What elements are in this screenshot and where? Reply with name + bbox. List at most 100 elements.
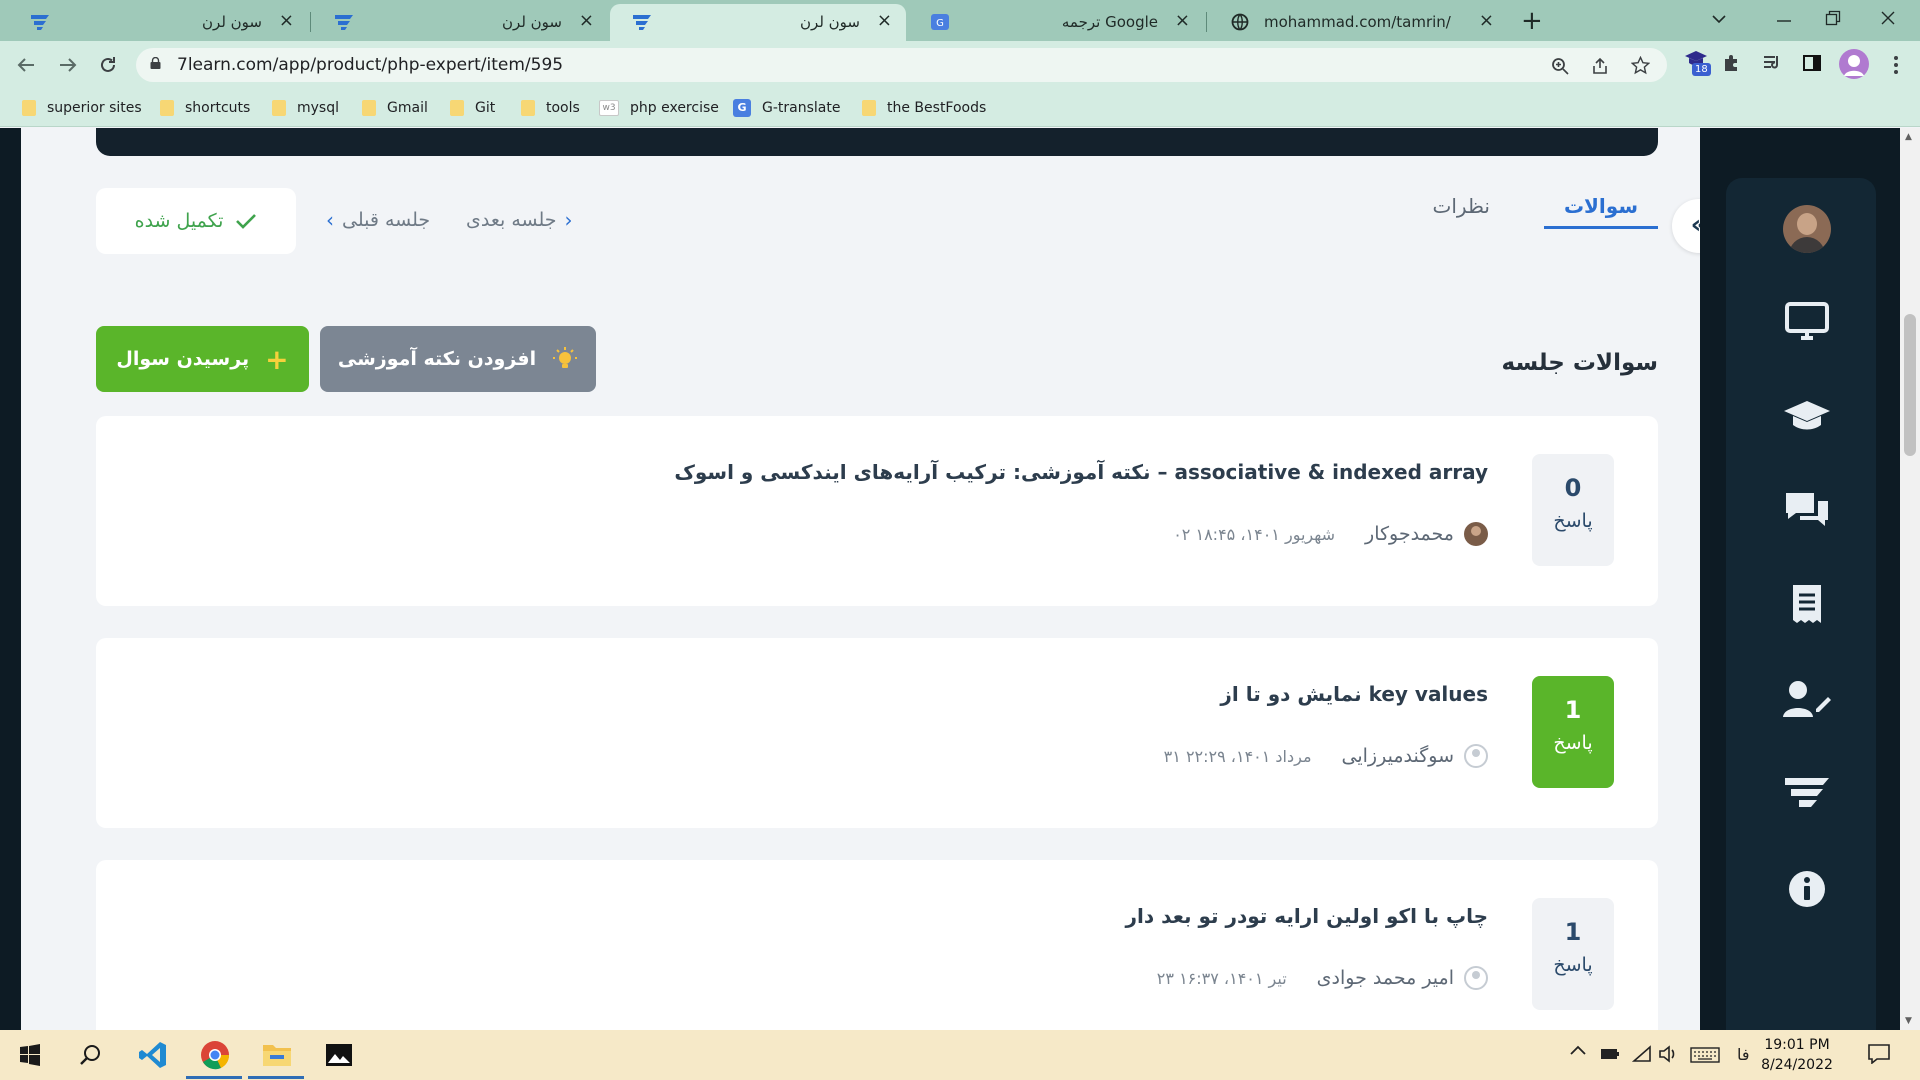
bookmark-php-exercise[interactable]: w3 php exercise [599,98,719,118]
tab-questions[interactable]: سوالات [1543,194,1658,229]
bookmark-the-bestfoods[interactable]: the BestFoods [862,98,986,118]
sidebar-item-profile[interactable] [1780,675,1834,723]
sidebar-item-dashboard[interactable] [1780,298,1834,346]
question-title[interactable]: نکته آموزشی: ترکیب آرایه‌های ایندکسی و ا… [674,460,1488,484]
clock-time: 19:01 PM [1764,1037,1830,1053]
scroll-up-arrow-icon[interactable]: ▲ [1905,132,1912,142]
browser-tab[interactable]: mohammad.com/tamrin/ × [1208,4,1508,41]
wifi-icon[interactable] [1632,1045,1652,1063]
completed-status-button[interactable]: تکمیل شده [96,188,296,254]
chevron-right-icon: › [564,208,573,232]
bookmark-superior-sites[interactable]: superior sites [22,98,142,118]
page-scrollbar[interactable]: ▲ ▼ [1900,128,1920,1030]
bookmark-label: the BestFoods [887,100,987,116]
author-avatar [1464,744,1488,768]
restore-icon[interactable] [1825,10,1841,26]
tab-comments[interactable]: نظرات [1413,194,1510,229]
next-session-link[interactable]: جلسه بعدی › [466,208,573,232]
close-tab-icon[interactable]: × [579,11,594,31]
share-icon[interactable] [1591,57,1609,75]
question-card[interactable]: 0 پاسخ نکته آموزشی: ترکیب آرایه‌های ایند… [96,416,1658,606]
keyboard-icon[interactable] [1690,1047,1720,1063]
profile-avatar[interactable] [1839,49,1869,79]
sidebar-item-courses[interactable] [1780,393,1834,441]
scroll-down-arrow-icon[interactable]: ▼ [1905,1016,1912,1026]
volume-icon[interactable] [1658,1045,1678,1063]
bookmark-shortcuts[interactable]: shortcuts [160,98,250,118]
chevron-up-icon[interactable] [1570,1045,1586,1055]
url-text[interactable]: 7learn.com/app/product/php-expert/item/5… [177,55,563,75]
bookmark-mysql[interactable]: mysql [272,98,339,118]
bookmark-git[interactable]: Git [450,98,495,118]
media-control-icon[interactable] [1762,53,1782,73]
search-button[interactable] [72,1038,108,1072]
taskbar-photos[interactable] [321,1038,357,1072]
window-close-icon[interactable] [1880,10,1896,26]
address-bar[interactable]: 7learn.com/app/product/php-expert/item/5… [136,48,1667,82]
browser-tab[interactable]: سون لرن × [8,4,308,41]
sidebar-item-info[interactable] [1780,865,1834,913]
taskbar-chrome[interactable] [197,1038,233,1072]
bookmark-tools[interactable]: tools [521,98,580,118]
bookmark-star-icon[interactable] [1631,56,1650,75]
folder-icon [160,100,174,116]
new-tab-button[interactable]: + [1521,6,1543,36]
sidebar-item-sevenlearn[interactable] [1780,770,1834,818]
bookmark-label: php exercise [630,100,719,116]
graduation-extension-icon[interactable]: 18 [1684,49,1711,79]
tab-separator [310,12,311,32]
zoom-icon[interactable] [1551,57,1569,75]
taskbar-vscode[interactable] [135,1038,171,1072]
windows-taskbar: فا 19:01 PM 8/24/2022 [0,1030,1920,1080]
browser-menu-icon[interactable] [1893,55,1899,75]
question-title[interactable]: چاپ با اکو اولین ارایه تودر تو بعد دار [1126,904,1488,928]
answers-count: 1 [1564,696,1582,724]
receipt-icon [1793,585,1821,623]
bookmark-label: shortcuts [185,100,251,116]
bookmark-g-translate[interactable]: G G-translate [733,98,840,118]
next-session-label: جلسه بعدی [466,209,557,231]
sidebar-item-messages[interactable] [1780,486,1834,534]
graduation-cap-icon [1784,401,1830,430]
browser-tab-active[interactable]: سون لرن × [610,4,906,41]
prev-session-label: جلسه قبلی [342,209,431,231]
lock-icon[interactable] [150,57,161,69]
close-tab-icon[interactable]: × [1175,11,1190,31]
folder-icon [362,100,376,116]
forward-icon[interactable] [58,55,78,75]
start-button[interactable] [12,1038,48,1072]
minimize-icon[interactable] [1776,14,1792,28]
active-app-indicator [248,1076,304,1079]
system-clock[interactable]: 19:01 PM 8/24/2022 [1742,1035,1852,1075]
notifications-icon[interactable] [1868,1044,1890,1064]
prev-session-link[interactable]: ‹ جلسه قبلی [326,208,430,232]
browser-tab-strip: سون لرن × سون لرن × سون لرن × G ترجمه Go… [0,0,1920,41]
reload-icon[interactable] [98,55,118,75]
side-panel-icon[interactable] [1802,53,1822,73]
taskbar-file-explorer[interactable] [259,1038,295,1072]
bookmark-gmail[interactable]: Gmail [362,98,428,118]
user-avatar[interactable] [1783,205,1831,253]
content-tabs: نظرات سوالات [1413,194,1658,229]
close-tab-icon[interactable]: × [877,11,892,31]
scroll-thumb[interactable] [1904,314,1916,456]
question-card[interactable]: 1 پاسخ نمایش دو تا از key values ۳۱ مردا… [96,638,1658,828]
question-title[interactable]: نمایش دو تا از key values [1220,682,1488,706]
question-card[interactable]: 1 پاسخ چاپ با اکو اولین ارایه تودر تو بع… [96,860,1658,1030]
browser-tab[interactable]: سون لرن × [312,4,608,41]
close-tab-icon[interactable]: × [1479,11,1494,31]
answers-label: پاسخ [1553,954,1593,976]
add-tip-button[interactable]: افزودن نکته آموزشی [320,326,596,392]
tab-search-chevron-icon[interactable] [1711,12,1727,26]
ask-question-button[interactable]: پرسیدن سوال + [96,326,309,392]
close-tab-icon[interactable]: × [279,11,294,31]
sidebar-item-invoices[interactable] [1780,580,1834,628]
w3schools-icon: w3 [599,100,619,116]
question-author: امیر محمد جوادی [1316,967,1454,989]
extensions-puzzle-icon[interactable] [1722,53,1742,73]
back-icon[interactable] [16,55,36,75]
browser-tab[interactable]: G ترجمه Google × [908,4,1204,41]
ask-question-label: پرسیدن سوال [116,348,250,370]
battery-icon[interactable] [1600,1048,1620,1060]
tab-title: سون لرن [502,13,562,31]
